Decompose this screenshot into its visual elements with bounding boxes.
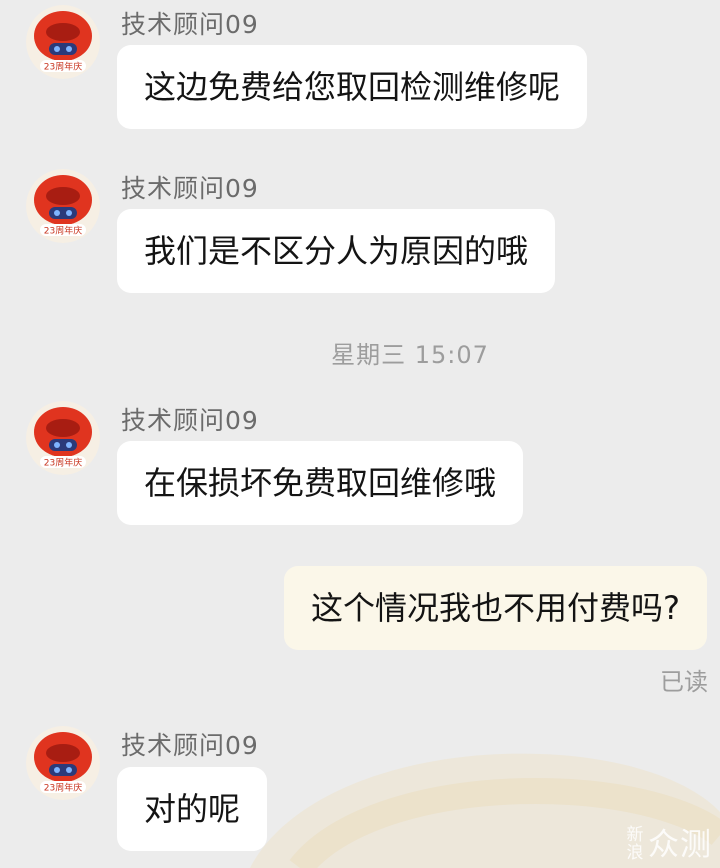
message-sender: 技术顾问09 — [121, 174, 259, 203]
watermark: 新浪 众测 — [626, 826, 712, 862]
message-sender: 技术顾问09 — [121, 406, 259, 435]
outgoing-message-bubble[interactable]: 这个情况我也不用付费吗? — [284, 566, 707, 650]
agent-avatar[interactable]: 23周年庆 — [26, 726, 100, 800]
agent-avatar[interactable]: 23周年庆 — [26, 401, 100, 475]
message-bubble[interactable]: 我们是不区分人为原因的哦 — [117, 209, 556, 293]
agent-avatar[interactable]: 23周年庆 — [26, 5, 100, 79]
watermark-badge: 新浪 — [626, 825, 644, 863]
avatar-badge-text: 23周年庆 — [44, 457, 82, 469]
agent-avatar[interactable]: 23周年庆 — [26, 169, 100, 243]
message-bubble[interactable]: 对的呢 — [117, 767, 268, 851]
avatar-badge-text: 23周年庆 — [44, 61, 82, 73]
avatar-badge-text: 23周年庆 — [44, 225, 82, 237]
message-bubble[interactable]: 这边免费给您取回检测维修呢 — [117, 45, 588, 129]
avatar-badge-text: 23周年庆 — [44, 782, 82, 794]
timestamp: 星期三 15:07 — [331, 341, 489, 369]
message-bubble[interactable]: 在保损坏免费取回维修哦 — [117, 441, 524, 525]
read-status: 已读 — [660, 668, 708, 696]
message-sender: 技术顾问09 — [121, 10, 259, 39]
message-sender: 技术顾问09 — [121, 731, 259, 760]
watermark-text: 众测 — [648, 827, 712, 863]
background-swoosh — [250, 753, 720, 868]
